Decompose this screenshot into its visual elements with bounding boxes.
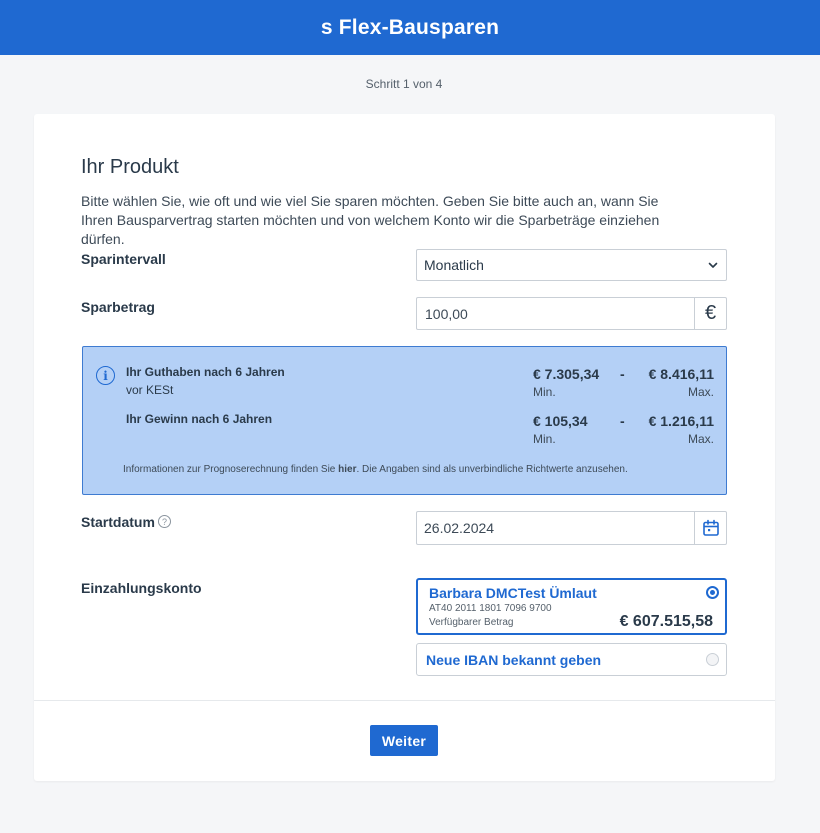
guthaben-min: € 7.305,34 bbox=[533, 366, 600, 382]
forecast-info-link[interactable]: hier bbox=[338, 464, 356, 475]
sparintervall-label: Sparintervall bbox=[81, 251, 166, 267]
einzahlungskonto-label: Einzahlungskonto bbox=[81, 580, 202, 596]
account-balance: € 607.515,58 bbox=[619, 613, 713, 630]
gewinn-min: € 105,34 bbox=[533, 413, 588, 429]
sparbetrag-input[interactable]: 100,00 bbox=[417, 298, 694, 329]
app-title: s Flex-Bausparen bbox=[320, 15, 500, 39]
gewinn-max: € 1.216,11 bbox=[648, 413, 714, 429]
intro-text: Bitte wählen Sie, wie oft und wie viel S… bbox=[81, 193, 660, 247]
gewinn-min-label: Min. bbox=[533, 432, 556, 446]
app-header: s Flex-Bausparen bbox=[0, 0, 820, 55]
guthaben-label: Ihr Guthaben nach 6 Jahren bbox=[126, 365, 285, 379]
step-indicator: Schritt 1 von 4 bbox=[365, 77, 443, 91]
sparintervall-value: Monatlich bbox=[424, 257, 484, 273]
guthaben-dash: - bbox=[620, 366, 625, 382]
new-iban-label: Neue IBAN bekannt geben bbox=[426, 652, 602, 668]
account-radio-new-iban[interactable] bbox=[706, 653, 719, 666]
forecast-panel: i Ihr Guthaben nach 6 Jahren vor KESt € … bbox=[82, 346, 727, 495]
info-icon: i bbox=[96, 366, 115, 385]
guthaben-min-label: Min. bbox=[533, 385, 556, 399]
gewinn-max-label: Max. bbox=[687, 432, 714, 446]
divider bbox=[34, 700, 775, 701]
account-radio-selected[interactable] bbox=[706, 586, 719, 599]
forecast-note: Informationen zur Prognoserechnung finde… bbox=[123, 464, 628, 475]
gewinn-label: Ihr Gewinn nach 6 Jahren bbox=[126, 412, 273, 426]
help-icon[interactable]: ? bbox=[158, 515, 171, 528]
startdatum-input[interactable]: 26.02.2024 bbox=[417, 512, 694, 544]
account-option-new-iban[interactable]: Neue IBAN bekannt geben bbox=[416, 643, 727, 676]
guthaben-sub: vor KESt bbox=[126, 383, 174, 397]
account-option-selected[interactable]: Barbara DMCTest Ümlaut AT40 2011 1801 70… bbox=[416, 578, 727, 635]
next-button[interactable]: Weiter bbox=[370, 725, 438, 756]
euro-icon: € bbox=[694, 298, 726, 329]
account-iban: AT40 2011 1801 7096 9700 bbox=[429, 603, 552, 614]
startdatum-field[interactable]: 26.02.2024 bbox=[416, 511, 727, 545]
sparbetrag-field[interactable]: 100,00 € bbox=[416, 297, 727, 330]
guthaben-max-label: Max. bbox=[687, 385, 714, 399]
form-card: Ihr Produkt Bitte wählen Sie, wie oft un… bbox=[34, 114, 775, 781]
page-title: Ihr Produkt bbox=[81, 156, 179, 178]
account-holder-name: Barbara DMCTest Ümlaut bbox=[429, 585, 597, 601]
sparintervall-select[interactable]: Monatlich bbox=[416, 249, 727, 281]
startdatum-label: Startdatum bbox=[81, 514, 155, 530]
calendar-icon[interactable] bbox=[694, 512, 726, 544]
sparbetrag-label: Sparbetrag bbox=[81, 299, 155, 315]
guthaben-max: € 8.416,11 bbox=[648, 366, 714, 382]
chevron-down-icon bbox=[707, 259, 719, 271]
available-amount-label: Verfügbarer Betrag bbox=[429, 617, 514, 628]
gewinn-dash: - bbox=[620, 413, 625, 429]
